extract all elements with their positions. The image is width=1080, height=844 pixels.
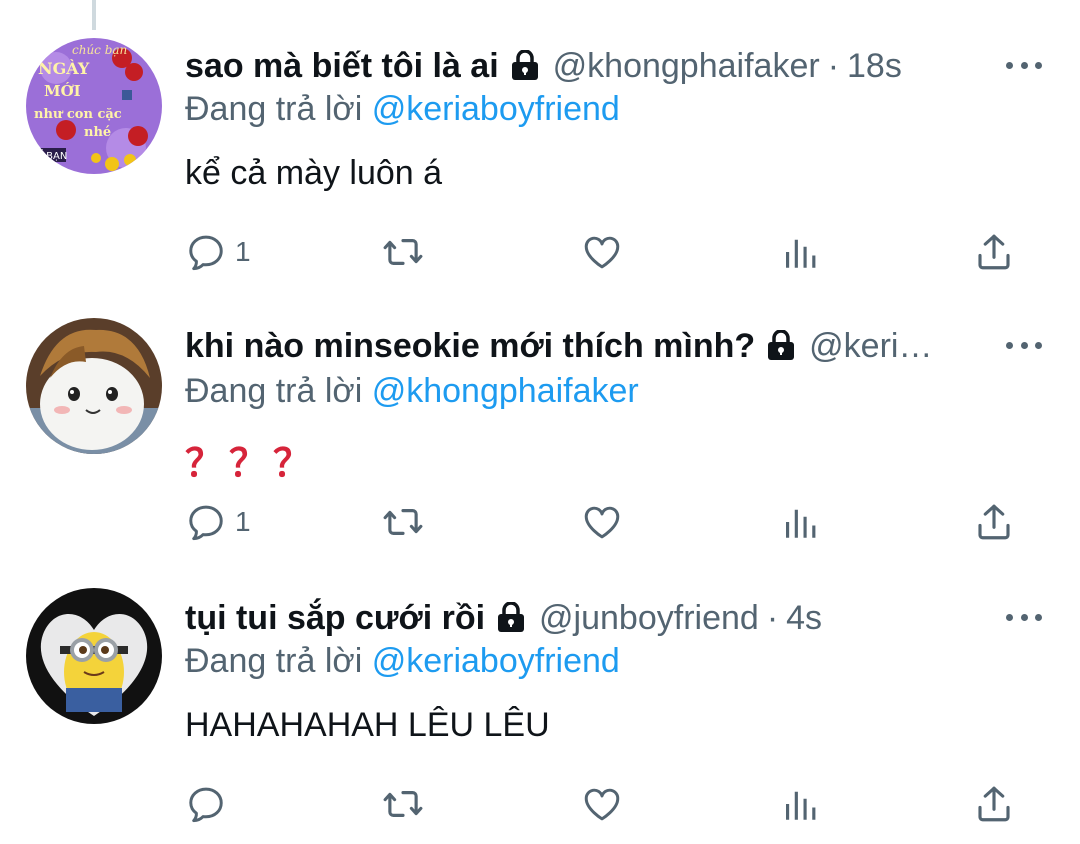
user-handle[interactable]: @khongphaifaker <box>553 47 820 86</box>
share-icon <box>978 504 1010 540</box>
reply-mention-link[interactable]: @khongphaifaker <box>372 372 639 410</box>
avatar[interactable] <box>26 318 162 454</box>
tweet-text: HAHAHAHAH LÊU LÊU <box>185 706 550 744</box>
lock-icon <box>765 330 797 362</box>
tweet-actions <box>185 782 1025 826</box>
heart-icon <box>584 506 620 539</box>
reply-count: 1 <box>235 506 251 537</box>
avatar-text-line4: như con cặc <box>34 107 122 122</box>
share-icon <box>978 786 1010 822</box>
reply-count: 1 <box>235 236 251 267</box>
avatar-text-line5: nhé <box>84 125 111 140</box>
user-handle[interactable]: @junboyfriend <box>539 599 759 638</box>
reply-icon <box>189 505 223 541</box>
timestamp[interactable]: 18s <box>847 47 902 86</box>
heart-icon <box>584 236 620 269</box>
separator-dot: · <box>766 598 779 637</box>
more-icon[interactable] <box>1006 612 1042 622</box>
reply-icon <box>189 235 223 271</box>
replying-to-label: Đang trả lời <box>185 372 363 410</box>
tweet-text: kể cả mày luôn á <box>185 154 443 192</box>
like-button[interactable] <box>581 230 623 274</box>
retweet-icon <box>383 239 423 265</box>
tweet[interactable]: chúc bạn NGÀY MỚI như con cặc nhé MẾ BẠN… <box>0 0 1080 280</box>
user-handle[interactable]: @keriabo… <box>809 327 950 366</box>
avatar-text-line1: chúc bạn <box>72 43 127 57</box>
retweet-icon <box>383 509 423 535</box>
reply-button[interactable]: 1 <box>185 230 251 274</box>
replying-to-label: Đang trả lời <box>185 642 363 680</box>
display-name[interactable]: khi nào minseokie mới thích mình? <box>185 327 755 366</box>
replying-to: Đang trả lời @keriaboyfriend <box>185 642 620 681</box>
more-icon[interactable] <box>1006 60 1042 70</box>
avatar-text-line6: MẾ BẠN <box>28 148 67 162</box>
tweet-header: khi nào minseokie mới thích mình? @keria… <box>185 322 950 370</box>
share-icon <box>978 234 1010 270</box>
share-button[interactable] <box>973 782 1015 826</box>
tweet-actions: 1 <box>185 230 1025 274</box>
retweet-icon <box>383 791 423 817</box>
display-name[interactable]: sao mà biết tôi là ai <box>185 47 499 86</box>
retweet-button[interactable] <box>381 500 425 544</box>
views-icon <box>786 239 816 268</box>
avatar-text-line2: NGÀY <box>38 58 90 78</box>
avatar[interactable] <box>26 588 162 724</box>
views-button[interactable] <box>779 230 821 274</box>
retweet-button[interactable] <box>381 230 425 274</box>
tweet-actions: 1 <box>185 500 1025 544</box>
avatar[interactable]: chúc bạn NGÀY MỚI như con cặc nhé MẾ BẠN <box>26 38 162 174</box>
separator-dot: · <box>827 46 840 85</box>
heart-icon <box>584 788 620 821</box>
share-button[interactable] <box>973 230 1015 274</box>
reply-mention-link[interactable]: @keriaboyfriend <box>372 90 620 128</box>
retweet-button[interactable] <box>381 782 425 826</box>
tweet[interactable]: khi nào minseokie mới thích mình? @keria… <box>0 282 1080 562</box>
tweet[interactable]: tụi tui sắp cưới rồi @junboyfriend · 4s … <box>0 556 1080 836</box>
replying-to: Đang trả lời @keriaboyfriend <box>185 90 620 129</box>
views-button[interactable] <box>779 782 821 826</box>
reply-mention-link[interactable]: @keriaboyfriend <box>372 642 620 680</box>
replying-to-label: Đang trả lời <box>185 90 363 128</box>
reply-button[interactable]: 1 <box>185 500 251 544</box>
tweet-header: sao mà biết tôi là ai @khongphaifaker · … <box>185 42 950 90</box>
tweet-header: tụi tui sắp cưới rồi @junboyfriend · 4s <box>185 594 950 642</box>
tweet-text: ？？？ <box>185 441 318 485</box>
reply-icon <box>189 787 223 823</box>
views-icon <box>786 509 816 538</box>
views-icon <box>786 791 816 820</box>
views-button[interactable] <box>779 500 821 544</box>
avatar-text-line3: MỚI <box>44 82 81 100</box>
more-icon[interactable] <box>1006 340 1042 350</box>
like-button[interactable] <box>581 782 623 826</box>
timestamp[interactable]: 4s <box>786 599 822 638</box>
lock-icon <box>495 602 527 634</box>
replying-to: Đang trả lời @khongphaifaker <box>185 372 639 411</box>
lock-icon <box>509 50 541 82</box>
reply-button[interactable] <box>185 782 235 826</box>
share-button[interactable] <box>973 500 1015 544</box>
like-button[interactable] <box>581 500 623 544</box>
display-name[interactable]: tụi tui sắp cưới rồi <box>185 599 485 638</box>
